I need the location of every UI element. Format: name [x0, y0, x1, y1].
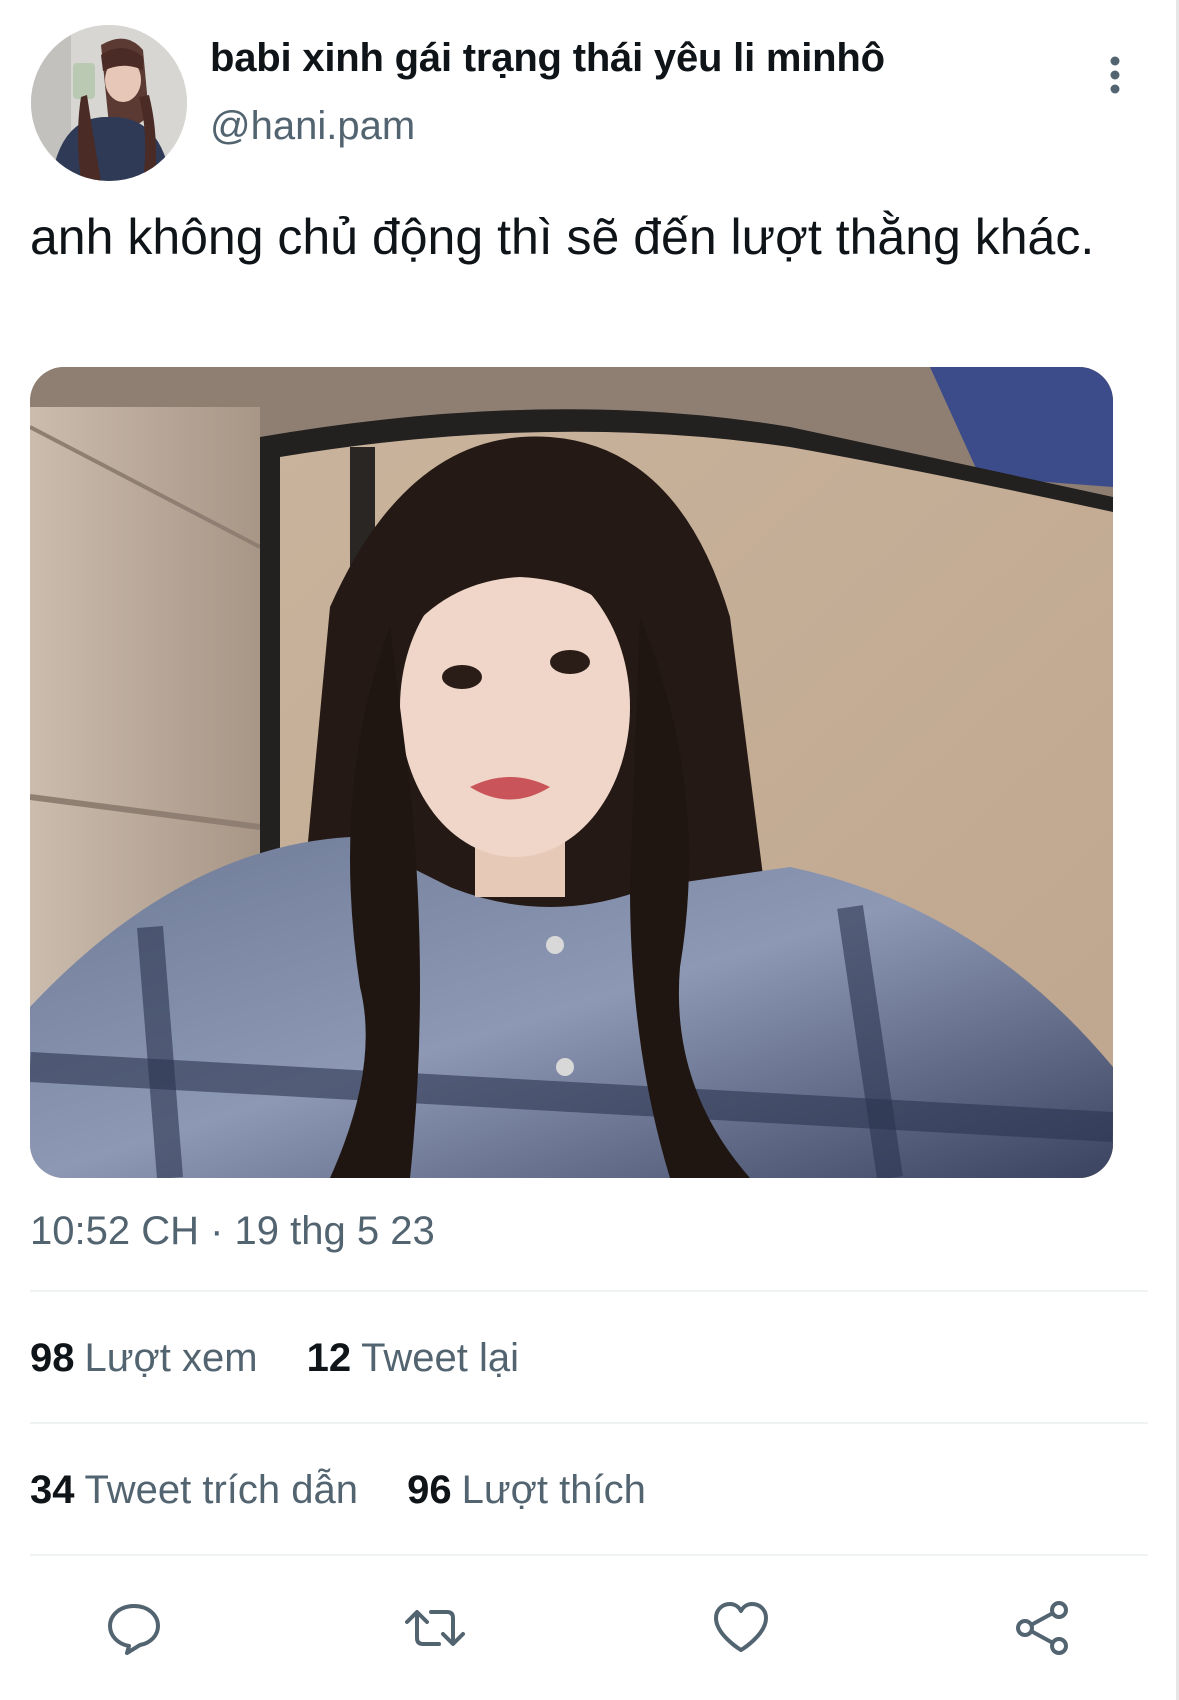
quotes-stat[interactable]: 34 Tweet trích dẫn: [30, 1468, 358, 1513]
likes-label: Lượt thích: [461, 1468, 646, 1512]
stats-row-quotes-likes: 34 Tweet trích dẫn 96 Lượt thích: [30, 1468, 684, 1513]
avatar-image: [31, 25, 187, 181]
tweet-photo[interactable]: [30, 367, 1113, 1178]
stats-row-views-retweets: 98 Lượt xem 12 Tweet lại: [30, 1336, 557, 1381]
views-stat[interactable]: 98 Lượt xem: [30, 1336, 258, 1381]
divider: [30, 1290, 1148, 1292]
divider: [30, 1554, 1148, 1556]
selfie-photo-image: [30, 367, 1113, 1178]
quotes-label: Tweet trích dẫn: [84, 1468, 358, 1512]
author-display-name[interactable]: babi xinh gái trạng thái yêu li minhô: [210, 36, 885, 81]
retweets-stat[interactable]: 12 Tweet lại: [307, 1336, 519, 1381]
likes-count: 96: [407, 1468, 452, 1512]
quotes-count: 34: [30, 1468, 75, 1512]
retweets-label: Tweet lại: [361, 1336, 520, 1380]
likes-stat[interactable]: 96 Lượt thích: [407, 1468, 646, 1513]
retweet-button[interactable]: [403, 1596, 467, 1660]
views-label: Lượt xem: [84, 1336, 258, 1380]
more-options-button[interactable]: [1090, 50, 1140, 100]
vertical-ellipsis-icon: [1110, 56, 1120, 94]
author-avatar[interactable]: [31, 25, 187, 181]
like-button[interactable]: [709, 1596, 773, 1660]
author-handle[interactable]: @hani.pam: [210, 104, 415, 149]
retweet-icon: [405, 1610, 465, 1646]
reply-button[interactable]: [102, 1596, 166, 1660]
retweets-count: 12: [306, 1336, 352, 1380]
tweet-timestamp[interactable]: 10:52 CH · 19 thg 5 23: [30, 1209, 435, 1254]
heart-icon: [714, 1602, 768, 1652]
share-button[interactable]: [1011, 1596, 1075, 1660]
views-count: 98: [30, 1336, 75, 1380]
divider: [30, 1422, 1148, 1424]
tweet-text: anh không chủ động thì sẽ đến lượt thằng…: [30, 209, 1095, 265]
reply-icon: [108, 1604, 160, 1655]
tweet-detail-page: babi xinh gái trạng thái yêu li minhô @h…: [0, 0, 1179, 1700]
share-icon: [1016, 1601, 1068, 1655]
